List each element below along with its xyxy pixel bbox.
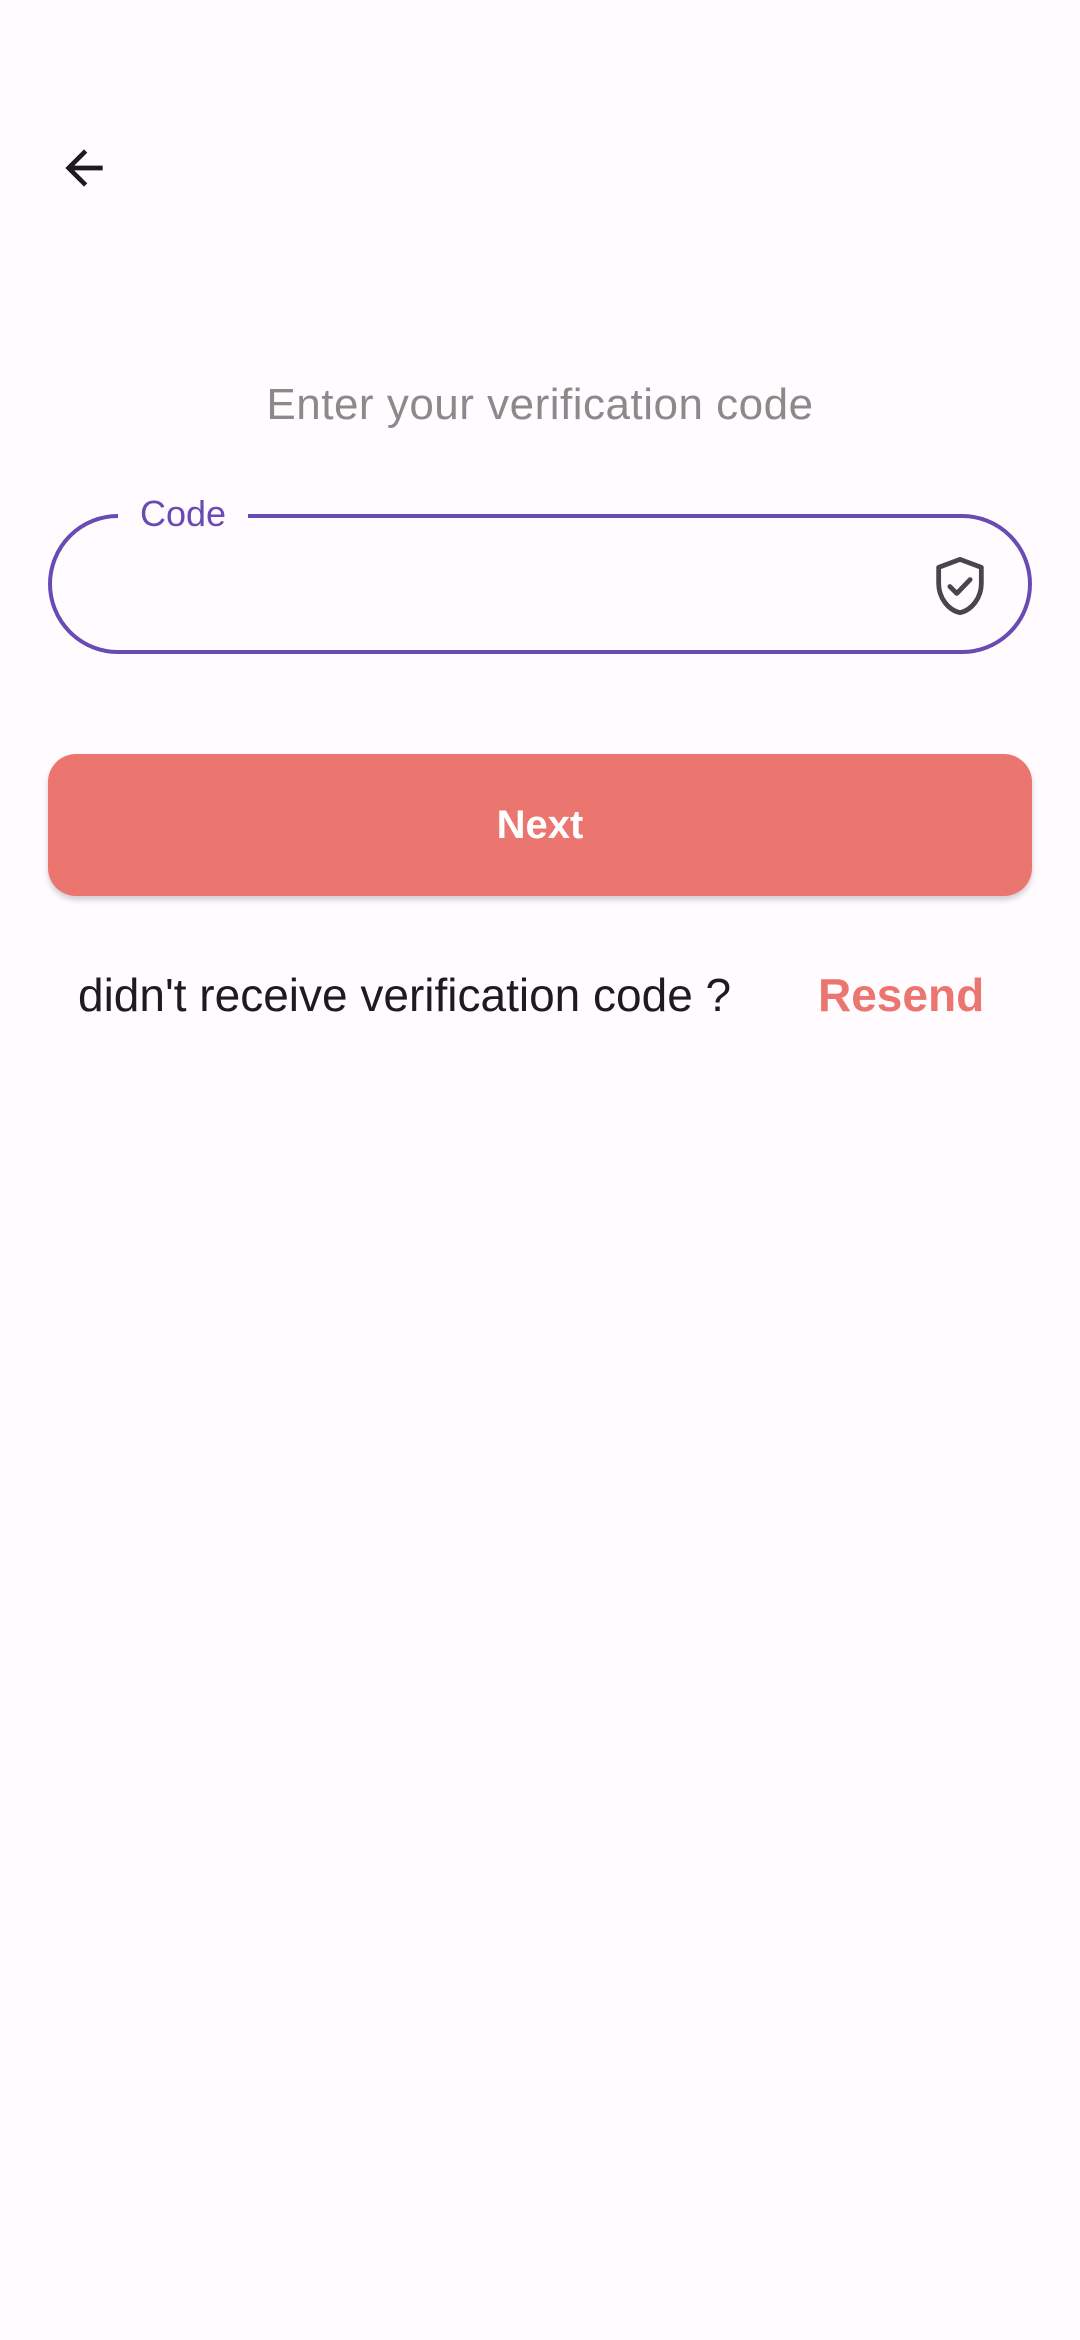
verification-screen: Enter your verification code Code Next d…: [0, 0, 1080, 2340]
resend-prompt-text: didn't receive verification code ?: [78, 969, 732, 1021]
back-button[interactable]: [44, 128, 124, 208]
code-input[interactable]: [102, 518, 926, 652]
resend-row: didn't receive verification code ? Resen…: [0, 960, 1080, 1030]
instruction-text: Enter your verification code: [266, 380, 814, 429]
code-field[interactable]: Code: [48, 484, 1032, 654]
shield-check-icon: [936, 556, 984, 616]
resend-link[interactable]: Resend: [818, 960, 984, 1030]
arrow-left-icon: [65, 149, 103, 187]
next-button[interactable]: Next: [48, 754, 1032, 896]
